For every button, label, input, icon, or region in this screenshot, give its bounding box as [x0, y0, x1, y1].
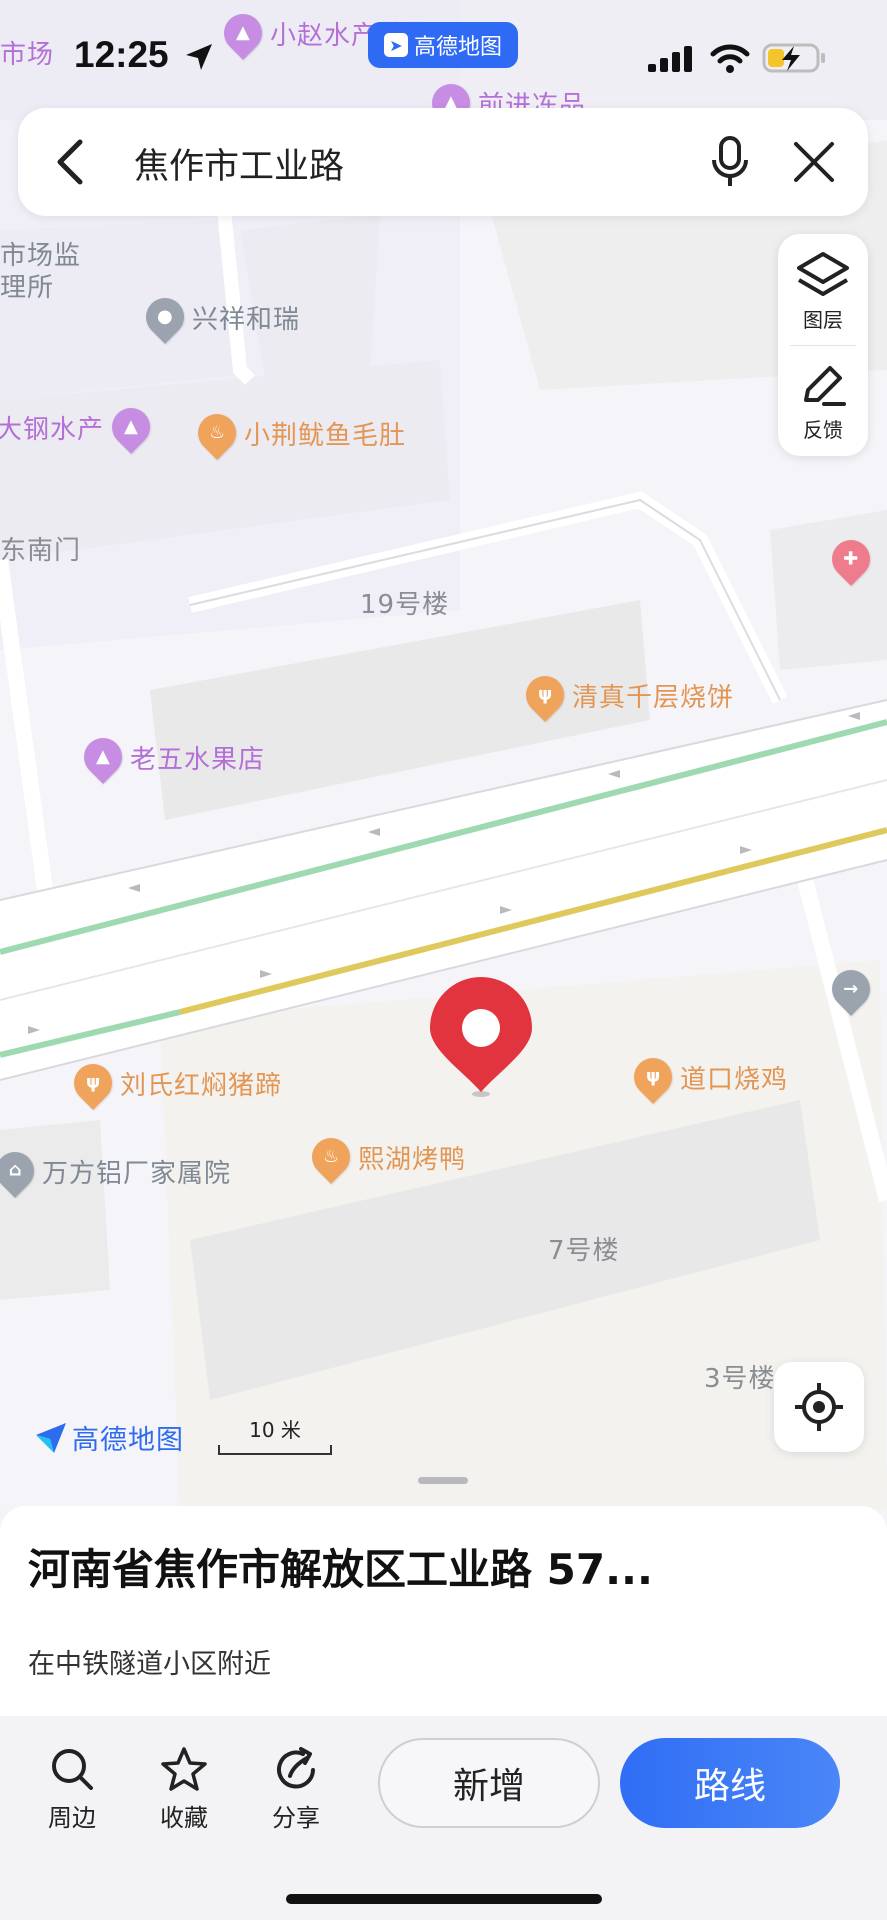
location-arrow-icon: [186, 44, 212, 70]
poi-dagang-seafood[interactable]: ▲ 大钢水产: [0, 400, 158, 454]
feedback-label: 反馈: [803, 418, 843, 442]
close-icon[interactable]: [792, 140, 836, 184]
nearby-label: 周边: [48, 1804, 96, 1832]
poi-laowu-fruit[interactable]: ▲ 老五水果店: [76, 730, 266, 784]
logo-text: 高德地图: [72, 1425, 184, 1456]
share-button[interactable]: 分享: [256, 1746, 336, 1833]
locate-me-button[interactable]: [774, 1362, 864, 1452]
place-detail-sheet: 河南省焦作市解放区工业路 57... 在中铁隧道小区附近 周边 收藏 分享 新增…: [0, 1506, 887, 1920]
wifi-icon: [710, 44, 750, 73]
poi-entrance-partial[interactable]: →: [824, 962, 878, 1016]
amap-logo: 高德地图: [34, 1418, 184, 1457]
favorite-label: 收藏: [160, 1804, 208, 1832]
poi-label: 兴祥和瑞: [192, 304, 301, 335]
amap-logo-icon: [36, 1422, 66, 1453]
poi-xingxiang-herui[interactable]: ● 兴祥和瑞: [138, 290, 301, 344]
search-input[interactable]: 焦作市工业路: [134, 138, 344, 189]
cellular-signal-icon: [648, 46, 692, 72]
poi-label: 道口烧鸡: [680, 1064, 789, 1095]
crosshair-icon: [795, 1383, 843, 1431]
residence-icon: ⌂: [0, 1144, 42, 1198]
status-time: 12:25: [74, 34, 169, 75]
map-scale: 10 米: [218, 1414, 332, 1455]
sheet-grabber[interactable]: [418, 1477, 468, 1484]
search-icon: [52, 1749, 93, 1790]
entrance-icon: →: [824, 962, 878, 1016]
share-label: 分享: [272, 1804, 320, 1832]
battery-charging-icon: [762, 43, 825, 73]
map-view[interactable]: 市场 市场监 理所 东南门 19号楼 7号楼 3号楼 ▲ 小赵水产蔬菜 ▲ 前进…: [0, 0, 887, 1510]
layers-button[interactable]: 图层: [778, 250, 868, 360]
food-icon: ♨: [304, 1130, 358, 1184]
favorite-button[interactable]: 收藏: [144, 1746, 224, 1833]
scale-label: 10 米: [249, 1418, 301, 1442]
poi-clinic-partial[interactable]: ✚: [824, 532, 878, 586]
place-nearby-hint: 在中铁隧道小区附近: [28, 1649, 271, 1680]
layers-icon: [797, 252, 849, 296]
amap-return-badge[interactable]: ➤ 高德地图: [368, 22, 518, 68]
star-icon: [161, 1747, 207, 1791]
feedback-button[interactable]: 反馈: [778, 362, 868, 472]
location-icon: ●: [138, 290, 192, 344]
add-button[interactable]: 新增: [378, 1738, 600, 1828]
label-market-office: 市场监 理所: [0, 241, 82, 303]
poi-label: 熙湖烤鸭: [358, 1144, 467, 1175]
poi-xiaojing-squid[interactable]: ♨ 小荆鱿鱼毛肚: [190, 406, 407, 460]
label-southeast-gate: 东南门: [0, 536, 82, 566]
poi-label: 刘氏红焖猪蹄: [120, 1070, 283, 1101]
label-building-3: 3号楼: [704, 1364, 776, 1394]
restaurant-icon: ψ: [626, 1050, 680, 1104]
poi-xihu-duck[interactable]: ♨ 熙湖烤鸭: [304, 1130, 467, 1184]
poi-wanfang-residence[interactable]: ⌂ 万方铝厂家属院: [0, 1144, 232, 1198]
microphone-icon[interactable]: [710, 136, 750, 190]
share-icon: [277, 1747, 315, 1789]
poi-daokou-chicken[interactable]: ψ 道口烧鸡: [626, 1050, 789, 1104]
poi-label: 万方铝厂家属院: [42, 1158, 232, 1189]
restaurant-icon: ψ: [66, 1056, 120, 1110]
label-market-top: 市场: [0, 40, 55, 70]
nearby-button[interactable]: 周边: [32, 1746, 112, 1833]
poi-label: 老五水果店: [130, 744, 266, 775]
amap-badge-label: 高德地图: [413, 35, 502, 60]
poi-label: 清真千层烧饼: [572, 682, 735, 713]
layers-label: 图层: [803, 308, 843, 332]
poi-qingzhen-shaobing[interactable]: ψ 清真千层烧饼: [518, 668, 735, 722]
label-building-7: 7号楼: [548, 1236, 620, 1266]
food-icon: ♨: [190, 406, 244, 460]
poi-label: 大钢水产: [0, 414, 105, 445]
place-address: 河南省焦作市解放区工业路 57...: [28, 1545, 653, 1594]
restaurant-icon: ψ: [518, 668, 572, 722]
home-indicator: [286, 1894, 602, 1904]
map-tools-panel: 图层 反馈: [778, 234, 868, 456]
back-arrow-icon[interactable]: [54, 138, 84, 186]
route-button[interactable]: 路线: [620, 1738, 840, 1828]
poi-liushi-zhuti[interactable]: ψ 刘氏红焖猪蹄: [66, 1056, 283, 1110]
location-marker-icon[interactable]: [428, 976, 534, 1100]
poi-label: 小荆鱿鱼毛肚: [244, 420, 407, 451]
clinic-icon: ✚: [824, 532, 878, 586]
shop-icon: ▲: [216, 6, 270, 60]
shop-icon: ▲: [104, 400, 158, 454]
scale-bar: [218, 1445, 332, 1455]
search-bar[interactable]: 焦作市工业路: [18, 108, 868, 216]
edit-pen-icon: [804, 366, 846, 406]
amap-logo-icon: ➤: [383, 33, 408, 57]
label-building-19: 19号楼: [360, 590, 450, 620]
divider: [790, 345, 856, 346]
action-bar: 周边 收藏 分享 新增 路线: [0, 1716, 887, 1920]
shop-icon: ▲: [76, 730, 130, 784]
